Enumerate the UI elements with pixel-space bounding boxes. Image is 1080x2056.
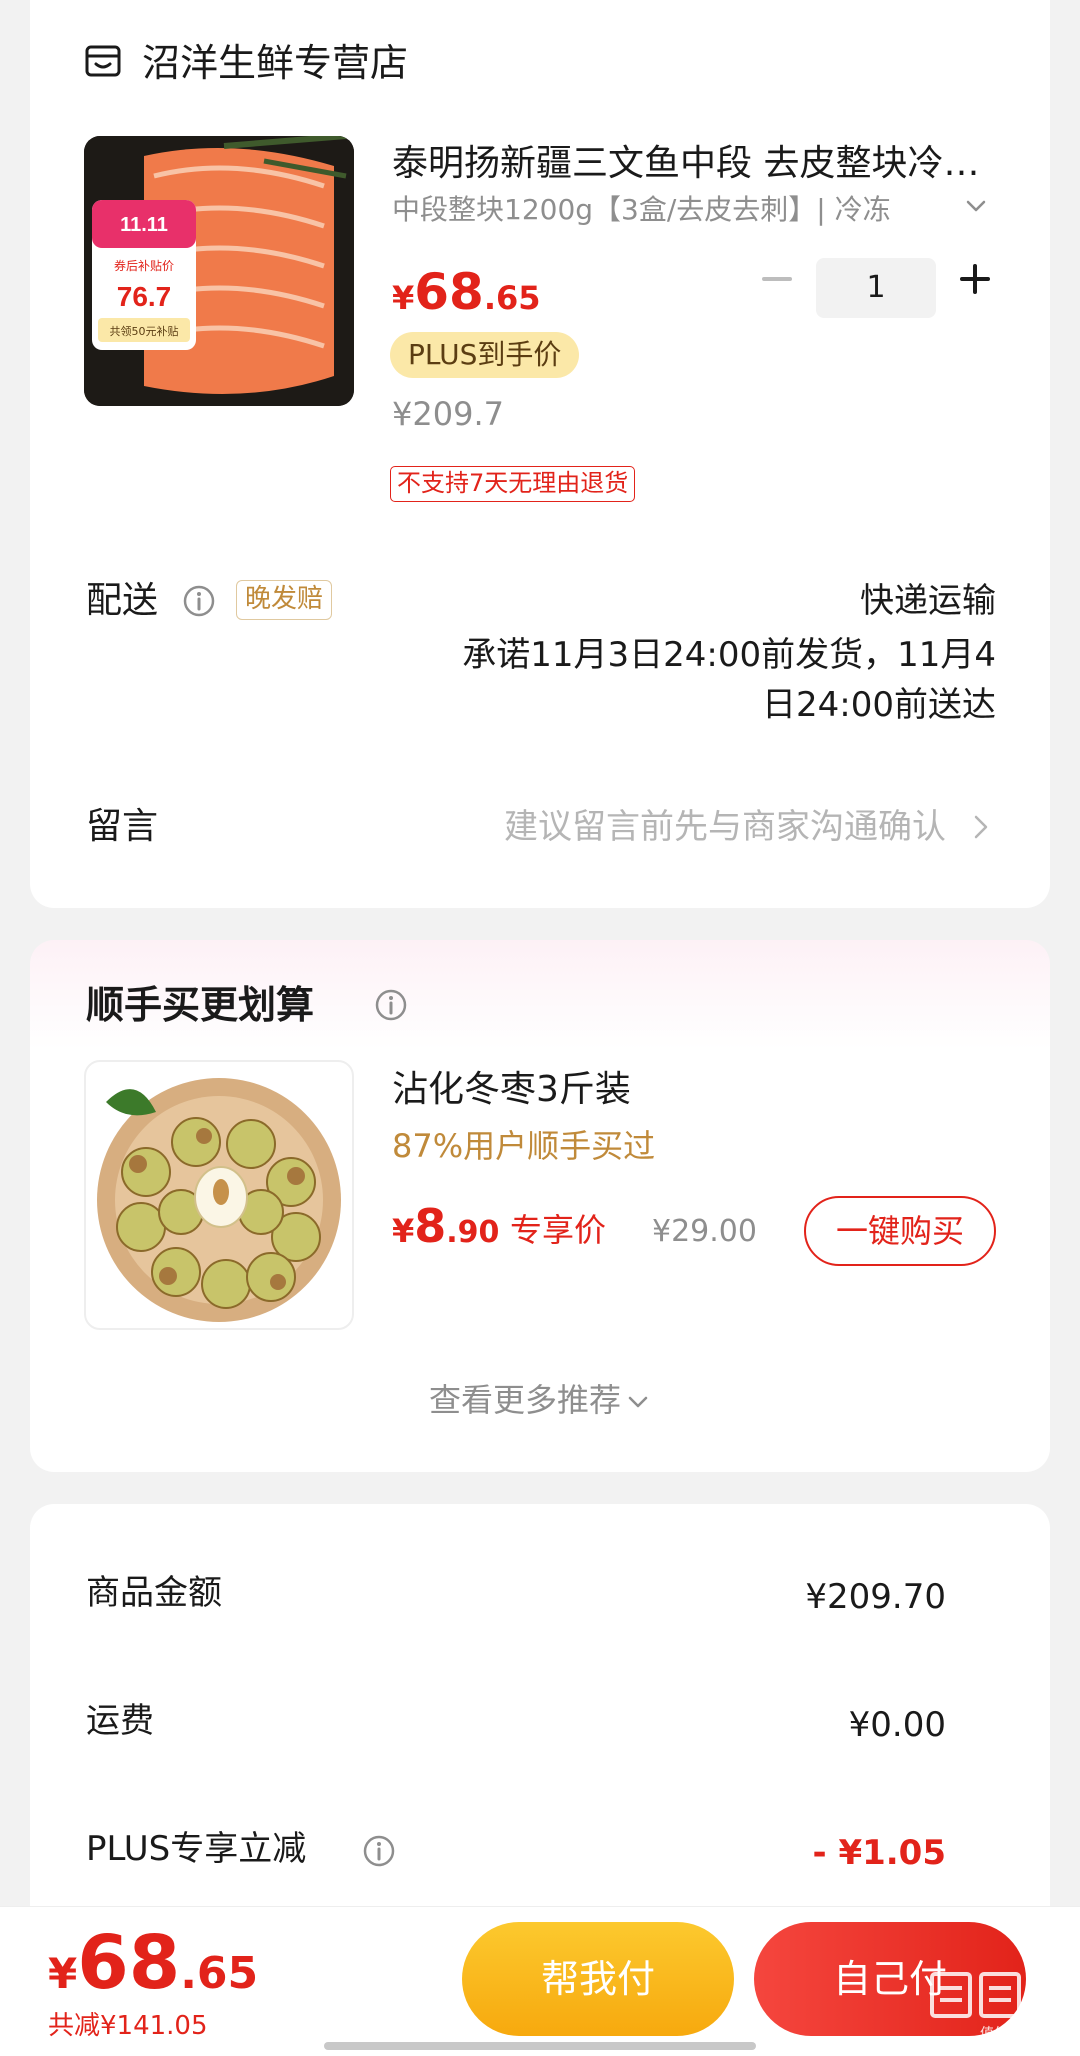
salmon-image: 11.11 券后补贴价 76.7 共领50元补贴 — [84, 136, 354, 406]
price-integer: 68 — [414, 263, 484, 321]
shipping-value: ¥0.00 — [848, 1705, 946, 1745]
total-currency: ¥ — [48, 1949, 78, 1998]
product-image[interactable]: 11.11 券后补贴价 76.7 共领50元补贴 — [84, 136, 354, 406]
price-decimal: .65 — [483, 279, 541, 317]
minus-icon[interactable] — [760, 262, 794, 296]
total-decimal: .65 — [180, 1948, 259, 1999]
more-recommendations-link[interactable]: 查看更多推荐 — [0, 1376, 1080, 1424]
info-icon[interactable] — [182, 584, 216, 618]
return-policy-badge: 不支持7天无理由退货 — [390, 466, 636, 502]
message-label: 留言 — [86, 806, 159, 847]
rec-price-integer: 8 — [414, 1199, 447, 1253]
recommend-item-price: ¥8.90 — [392, 1198, 499, 1265]
goods-amount-value: ¥209.70 — [805, 1577, 946, 1617]
product-title[interactable]: 泰明扬新疆三文鱼中段 去皮整块冷冻三文鱼 — [392, 136, 992, 192]
price-currency: ¥ — [392, 279, 415, 317]
rec-price-decimal: .90 — [446, 1215, 500, 1250]
store-icon — [85, 45, 121, 77]
quantity-field[interactable]: 1 — [816, 258, 936, 318]
help-me-pay-button[interactable]: 帮我付 — [462, 1922, 734, 2036]
plus-discount-label: PLUS专享立减 — [86, 1829, 307, 1869]
recommend-item-subtitle: 87%用户顺手买过 — [392, 1127, 656, 1165]
chevron-right-icon[interactable] — [968, 812, 994, 842]
recommend-title: 顺手买更划算 — [86, 983, 315, 1027]
subsidy-label-text: 券后补贴价 — [114, 258, 174, 273]
watermark-logo: 值值值 — [930, 1972, 1070, 2041]
exclusive-price-label: 专享价 — [510, 1211, 607, 1249]
plus-price-tag: PLUS到手价 — [390, 332, 580, 378]
goods-amount-label: 商品金额 — [86, 1573, 222, 1613]
one-click-buy-button[interactable]: 一键购买 — [804, 1196, 996, 1266]
coupon-text: 共领50元补贴 — [110, 324, 179, 338]
product-price: ¥68.65 — [392, 262, 541, 334]
chevron-down-icon[interactable] — [962, 192, 990, 220]
recommend-item-image[interactable] — [84, 1060, 354, 1330]
delivery-promise: 承诺11月3日24:00前发货，11月4 日24:00前送达 — [396, 630, 996, 730]
recommend-item-original-price: ¥29.00 — [652, 1214, 757, 1249]
plus-discount-value: - ¥1.05 — [812, 1833, 947, 1873]
shipping-label: 运费 — [86, 1701, 154, 1741]
delivery-promise-line2: 日24:00前送达 — [762, 685, 996, 725]
subsidy-price-text: 76.7 — [117, 281, 172, 312]
product-spec[interactable]: 中段整块1200g【3盒/去皮去刺】| 冷冻 — [392, 190, 922, 230]
recommend-item-name[interactable]: 沾化冬枣3斤装 — [392, 1064, 631, 1116]
watermark-text: 值值值 — [980, 2025, 1022, 2041]
rec-price-currency: ¥ — [392, 1212, 415, 1250]
message-input[interactable]: 建议留言前先与商家沟通确认 — [504, 802, 946, 852]
late-compensation-tag[interactable]: 晚发赔 — [236, 580, 333, 620]
original-price: ¥209.7 — [392, 395, 504, 433]
more-recommendations-label: 查看更多推荐 — [428, 1381, 621, 1419]
info-icon[interactable] — [362, 1834, 396, 1868]
delivery-method[interactable]: 快递运输 — [860, 576, 996, 626]
home-indicator — [324, 2042, 756, 2050]
chevron-down-icon — [628, 1396, 648, 1408]
info-icon[interactable] — [374, 988, 408, 1022]
event-badge-text: 11.11 — [120, 214, 168, 236]
plus-icon[interactable] — [958, 262, 992, 296]
total-integer: 68 — [77, 1920, 181, 2006]
delivery-promise-line1: 承诺11月3日24:00前发货，11月4 — [462, 635, 996, 675]
store-name[interactable]: 沼洋生鲜专营店 — [142, 38, 408, 88]
jujube-image — [97, 1078, 341, 1322]
total-saved[interactable]: 共减¥141.05 — [48, 2008, 208, 2044]
delivery-label: 配送 — [86, 580, 159, 621]
